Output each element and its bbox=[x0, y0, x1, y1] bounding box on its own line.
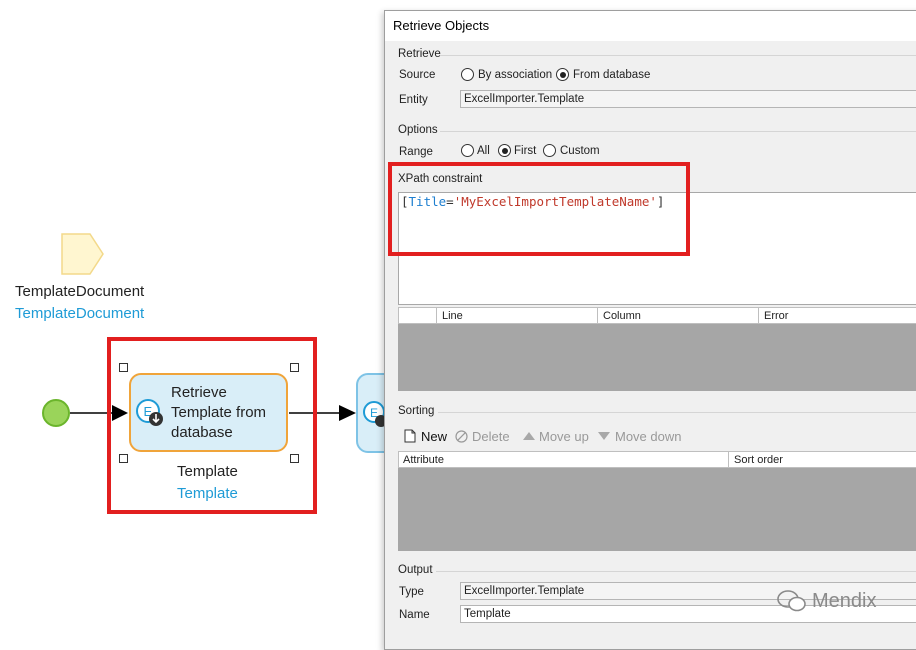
highlight-box-xpath bbox=[388, 162, 690, 256]
retrieve-group-label: Retrieve bbox=[398, 48, 441, 60]
output-type-label: Type bbox=[399, 586, 424, 598]
sorting-col-attribute[interactable]: Attribute bbox=[403, 454, 444, 466]
sorting-delete-button[interactable]: Delete bbox=[472, 429, 510, 444]
entity-label: Entity bbox=[399, 94, 428, 106]
start-event-icon[interactable] bbox=[42, 399, 70, 427]
radio-range-custom[interactable] bbox=[543, 144, 556, 157]
output-name-label: Name bbox=[399, 609, 430, 621]
range-label: Range bbox=[399, 146, 433, 158]
output-group-label: Output bbox=[398, 564, 433, 576]
highlight-box-activity bbox=[107, 337, 317, 514]
group-separator bbox=[440, 55, 916, 56]
radio-range-first-label: First bbox=[514, 145, 537, 157]
grid-col-divider bbox=[758, 308, 759, 323]
sorting-group-label: Sorting bbox=[398, 405, 435, 417]
error-grid-header bbox=[398, 307, 916, 324]
wechat-logo-icon bbox=[777, 590, 806, 612]
group-separator bbox=[438, 412, 916, 413]
parameter-icon[interactable] bbox=[60, 232, 106, 276]
triangle-up-icon bbox=[523, 432, 535, 440]
error-col-line[interactable]: Line bbox=[442, 310, 463, 322]
radio-from-database-label: From database bbox=[573, 69, 651, 81]
radio-range-all[interactable] bbox=[461, 144, 474, 157]
parameter-type: TemplateDocument bbox=[15, 305, 145, 322]
group-separator bbox=[440, 131, 916, 132]
error-col-column[interactable]: Column bbox=[603, 310, 641, 322]
options-group-label: Options bbox=[398, 124, 438, 136]
sorting-new-button[interactable]: New bbox=[421, 429, 447, 444]
error-grid-body bbox=[398, 324, 916, 391]
grid-col-divider bbox=[436, 308, 437, 323]
sorting-grid-header bbox=[398, 451, 916, 468]
dialog-title: Retrieve Objects bbox=[393, 18, 490, 33]
radio-range-custom-label: Custom bbox=[560, 145, 600, 157]
parameter-name: TemplateDocument bbox=[15, 283, 145, 300]
radio-range-first[interactable] bbox=[498, 144, 511, 157]
sorting-grid-body bbox=[398, 468, 916, 551]
grid-col-divider bbox=[597, 308, 598, 323]
group-separator bbox=[436, 571, 916, 572]
radio-from-database[interactable] bbox=[556, 68, 569, 81]
radio-range-all-label: All bbox=[477, 145, 490, 157]
radio-by-association[interactable] bbox=[461, 68, 474, 81]
sorting-move-down-button[interactable]: Move down bbox=[615, 429, 681, 444]
sorting-move-up-button[interactable]: Move up bbox=[539, 429, 589, 444]
watermark-text: Mendix bbox=[812, 590, 877, 612]
sorting-col-sort-order[interactable]: Sort order bbox=[734, 454, 783, 466]
error-col-error[interactable]: Error bbox=[764, 310, 788, 322]
new-document-icon bbox=[404, 429, 416, 443]
grid-col-divider bbox=[728, 452, 729, 467]
triangle-down-icon bbox=[598, 432, 610, 440]
source-label: Source bbox=[399, 69, 436, 81]
entity-field[interactable]: ExcelImporter.Template bbox=[460, 90, 916, 108]
delete-icon bbox=[455, 430, 468, 443]
radio-by-association-label: By association bbox=[478, 69, 553, 81]
